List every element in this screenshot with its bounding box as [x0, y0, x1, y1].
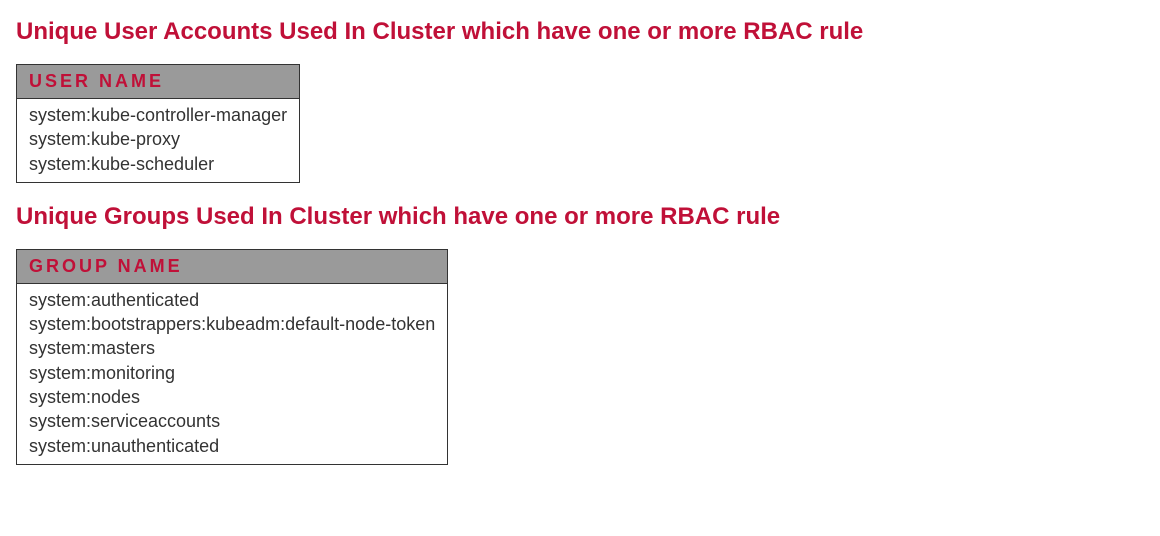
- table-row: system:monitoring: [29, 361, 435, 385]
- table-row: system:authenticated: [29, 288, 435, 312]
- groups-table-header: Group Name: [17, 250, 447, 284]
- table-row: system:masters: [29, 336, 435, 360]
- table-row: system:nodes: [29, 385, 435, 409]
- table-row: system:kube-scheduler: [29, 152, 287, 176]
- section-title-groups: Unique Groups Used In Cluster which have…: [16, 203, 1144, 231]
- groups-table-body: system:authenticated system:bootstrapper…: [17, 284, 447, 464]
- section-title-users: Unique User Accounts Used In Cluster whi…: [16, 18, 1144, 46]
- users-table-body: system:kube-controller-manager system:ku…: [17, 99, 299, 182]
- groups-table: Group Name system:authenticated system:b…: [16, 249, 448, 465]
- table-row: system:unauthenticated: [29, 434, 435, 458]
- users-table-header: User Name: [17, 65, 299, 99]
- table-row: system:bootstrappers:kubeadm:default-nod…: [29, 312, 435, 336]
- table-row: system:kube-controller-manager: [29, 103, 287, 127]
- table-row: system:serviceaccounts: [29, 409, 435, 433]
- users-table: User Name system:kube-controller-manager…: [16, 64, 300, 183]
- table-row: system:kube-proxy: [29, 127, 287, 151]
